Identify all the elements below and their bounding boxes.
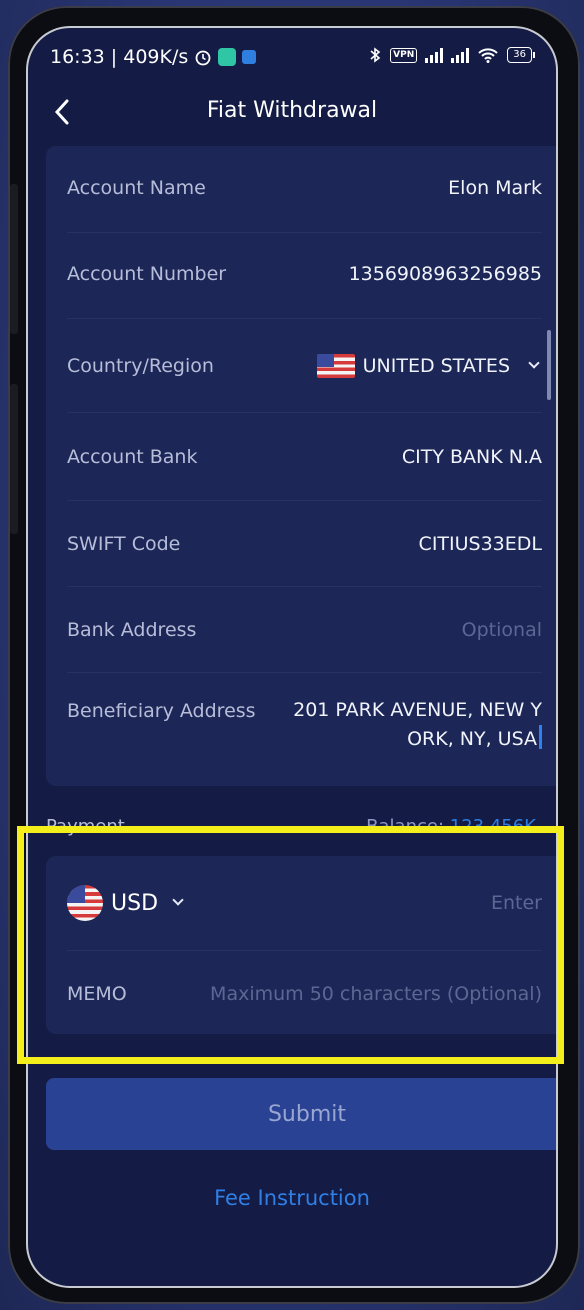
account-name-label: Account Name — [67, 177, 206, 199]
beneficiary-address-row[interactable]: Beneficiary Address 201 PARK AVENUE, NEW… — [67, 696, 542, 760]
account-name-row[interactable]: Account Name Elon Mark — [67, 168, 542, 208]
us-flag-icon — [316, 354, 355, 378]
country-value: UNITED STATES — [362, 355, 510, 377]
divider — [67, 412, 542, 413]
alarm-icon — [195, 50, 211, 66]
account-bank-value[interactable]: CITY BANK N.A — [402, 446, 542, 468]
account-bank-row[interactable]: Account Bank CITY BANK N.A — [67, 437, 542, 477]
divider — [67, 500, 542, 501]
wifi-icon — [478, 48, 498, 63]
power-button — [10, 384, 18, 534]
divider — [67, 318, 542, 319]
account-number-row[interactable]: Account Number 1356908963256985 — [67, 254, 542, 294]
account-number-label: Account Number — [67, 263, 227, 285]
beneficiary-address-label: Beneficiary Address — [67, 700, 256, 722]
chevron-down-icon — [528, 357, 540, 369]
country-selector[interactable]: UNITED STATES — [316, 354, 542, 378]
account-details-card: Account Name Elon Mark Account Number 13… — [46, 146, 556, 786]
swift-code-row[interactable]: SWIFT Code CITIUS33EDL — [67, 524, 542, 564]
page-title: Fiat Withdrawal — [206, 98, 378, 123]
app-screen: 16:33 | 409K/s VPN 36 Fiat Withdrawal Ac… — [28, 28, 556, 1286]
highlight-box — [17, 826, 564, 1064]
submit-button[interactable]: Submit — [46, 1078, 556, 1150]
scrollbar[interactable] — [547, 330, 551, 400]
status-right: VPN 36 — [368, 46, 535, 64]
status-time: 16:33 | 409K/s — [50, 46, 189, 68]
bank-address-input[interactable]: Optional — [462, 619, 542, 641]
bank-address-label: Bank Address — [67, 619, 197, 641]
account-bank-label: Account Bank — [67, 446, 198, 468]
text-cursor — [539, 725, 542, 749]
top-header: Fiat Withdrawal — [28, 90, 556, 134]
country-region-row[interactable]: Country/Region UNITED STATES — [67, 346, 542, 386]
vpn-badge: VPN — [390, 47, 418, 63]
volume-button — [10, 184, 18, 334]
swift-code-label: SWIFT Code — [67, 533, 181, 555]
beneficiary-address-line1: 201 PARK AVENUE, NEW Y — [293, 699, 542, 721]
app-notification-icon — [218, 48, 237, 66]
fee-instruction-link[interactable]: Fee Instruction — [28, 1186, 556, 1210]
signal-icon — [425, 47, 444, 63]
beneficiary-address-line2: ORK, NY, USA — [407, 728, 537, 750]
account-number-value[interactable]: 1356908963256985 — [349, 263, 542, 285]
beneficiary-address-input[interactable]: 201 PARK AVENUE, NEW Y ORK, NY, USA — [293, 696, 542, 754]
divider — [67, 672, 542, 673]
account-name-value[interactable]: Elon Mark — [448, 177, 542, 199]
divider — [67, 232, 542, 233]
battery-icon: 36 — [507, 47, 535, 63]
status-left: 16:33 | 409K/s — [50, 46, 257, 68]
country-region-label: Country/Region — [67, 355, 214, 377]
swift-code-value[interactable]: CITIUS33EDL — [419, 533, 542, 555]
signal-icon — [451, 47, 470, 63]
status-bar: 16:33 | 409K/s VPN 36 — [28, 28, 556, 84]
app-notification-icon — [242, 50, 257, 64]
divider — [67, 586, 542, 587]
phone-frame: 16:33 | 409K/s VPN 36 Fiat Withdrawal Ac… — [8, 6, 580, 1304]
bluetooth-icon — [370, 47, 381, 63]
bank-address-row[interactable]: Bank Address Optional — [67, 610, 542, 650]
